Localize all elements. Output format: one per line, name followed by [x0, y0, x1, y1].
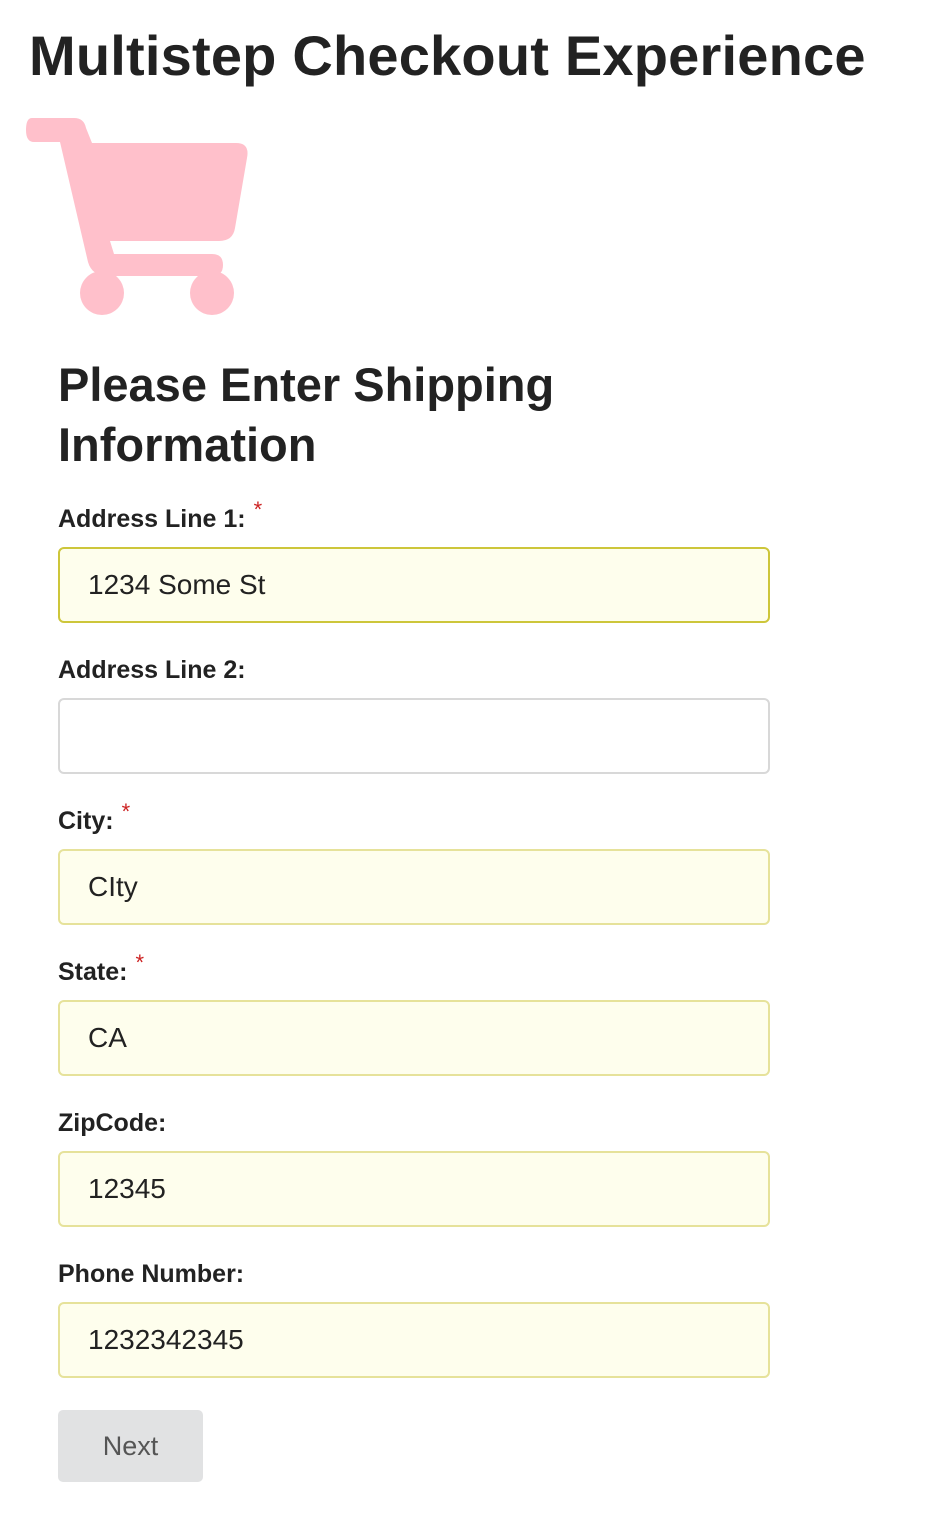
- address-line-2-input[interactable]: [58, 698, 770, 774]
- zipcode-field: ZipCode:: [58, 1109, 770, 1227]
- phone-number-label: Phone Number:: [58, 1260, 245, 1288]
- address-line-1-field: Address Line 1: *: [58, 497, 770, 623]
- page-title: Multistep Checkout Experience: [29, 24, 866, 87]
- city-label: City: *: [58, 799, 770, 835]
- required-asterisk: *: [121, 799, 131, 824]
- phone-number-input[interactable]: [58, 1302, 770, 1378]
- form-heading: Please Enter Shipping Information: [58, 358, 555, 471]
- zipcode-input[interactable]: [58, 1151, 770, 1227]
- shopping-cart-icon: [26, 118, 248, 315]
- address-line-1-label: Address Line 1: *: [58, 497, 770, 533]
- state-label: State: *: [58, 950, 770, 986]
- city-input[interactable]: [58, 849, 770, 925]
- address-line-1-input[interactable]: [58, 547, 770, 623]
- required-asterisk: *: [135, 950, 145, 975]
- address-line-2-label: Address Line 2:: [58, 656, 246, 684]
- state-field: State: *: [58, 950, 770, 1076]
- state-label-text: State:: [58, 958, 128, 986]
- phone-number-field: Phone Number:: [58, 1260, 770, 1378]
- city-field: City: *: [58, 799, 770, 925]
- zipcode-label: ZipCode:: [58, 1109, 167, 1137]
- checkout-page: Multistep Checkout Experience Please Ent…: [0, 0, 940, 1531]
- address-line-2-field: Address Line 2:: [58, 656, 770, 774]
- state-input[interactable]: [58, 1000, 770, 1076]
- city-label-text: City:: [58, 807, 114, 835]
- shipping-form: Please Enter Shipping Information Addres…: [58, 355, 770, 1482]
- next-button[interactable]: Next: [58, 1410, 203, 1482]
- address-line-1-label-text: Address Line 1:: [58, 505, 246, 533]
- required-asterisk: *: [253, 497, 263, 522]
